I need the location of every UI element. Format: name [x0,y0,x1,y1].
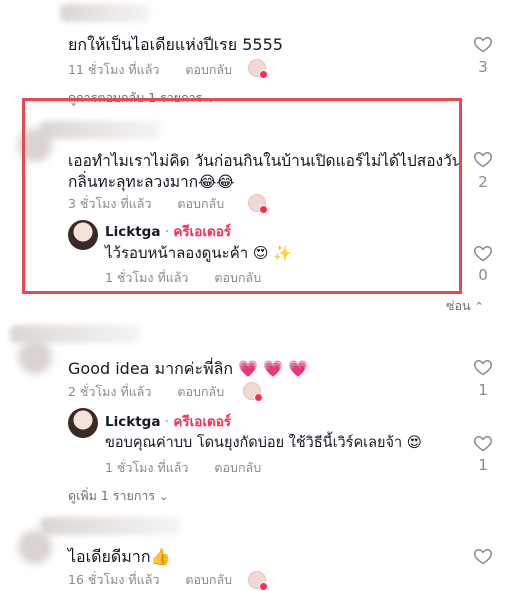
chevron-down-icon: ⌄ [159,490,169,503]
separator: · [160,414,174,430]
creator-avatar[interactable] [68,408,98,438]
heart-outline-icon[interactable] [473,34,493,54]
reply-button[interactable]: ตอบกลับ [214,460,261,475]
like-count: 1 [478,381,488,399]
blurred-username [40,517,180,535]
hide-label: ซ่อน [446,298,471,313]
heart-outline-icon[interactable] [473,243,493,263]
like-count: 0 [478,266,488,284]
reply-username[interactable]: Licktga [105,414,160,430]
blurred-username [60,4,150,22]
blurred-avatar [18,340,52,374]
heart-outline-icon[interactable] [473,357,493,377]
heart-outline-icon[interactable] [473,546,493,566]
creator-badge: ครีเอเตอร์ [173,414,232,430]
chevron-up-icon: ⌃ [474,300,484,313]
comment-time: 2 ชั่วโมง ที่แล้ว [68,384,152,399]
comment-meta: 2 ชั่วโมง ที่แล้ว ตอบกลับ [68,382,224,402]
reply-text: ขอบคุณค่าบบ โดนยุงกัดบ่อย ใช้วิธีนี้เวิร… [105,435,422,451]
reply-button[interactable]: ตอบกลับ [185,572,232,587]
comment-text: ยกให้เป็นไอเดียแห่งปีเรย 5555 [68,35,283,54]
comment-meta: 11 ชั่วโมง ที่แล้ว ตอบกลับ [68,60,232,80]
comment-text: ไอเดียดีมาก👍 [68,547,171,566]
creator-liked-avatar [248,571,268,591]
comment-meta: 16 ชั่วโมง ที่แล้ว ตอบกลับ [68,570,232,590]
comment-time: 16 ชั่วโมง ที่แล้ว [68,572,160,587]
blurred-avatar [18,530,52,564]
view-more-button[interactable]: ดูเพิ่ม 1 รายการ ⌄ [68,486,168,506]
creator-liked-avatar [248,59,268,79]
comment-time: 11 ชั่วโมง ที่แล้ว [68,62,160,77]
like-count: 2 [478,173,488,191]
reply-header: Licktga · ครีเอเตอร์ [105,410,231,432]
view-more-label: ดูเพิ่ม 1 รายการ [68,488,156,503]
comment-text: Good idea มากค่ะพี่ลิก 💗 💗 💗 [68,359,309,378]
highlight-annotation-box [22,98,462,294]
reply-time: 1 ชั่วโมง ที่แล้ว [105,460,189,475]
heart-outline-icon[interactable] [473,433,493,453]
reply-button[interactable]: ตอบกลับ [185,62,232,77]
heart-outline-icon[interactable] [473,149,493,169]
like-count: 3 [478,58,488,76]
hide-replies-button[interactable]: ซ่อน ⌃ [446,296,484,316]
reply-button[interactable]: ตอบกลับ [177,384,224,399]
creator-liked-avatar [243,382,263,402]
reply-meta: 1 ชั่วโมง ที่แล้ว ตอบกลับ [105,458,261,478]
like-count: 1 [478,456,488,474]
